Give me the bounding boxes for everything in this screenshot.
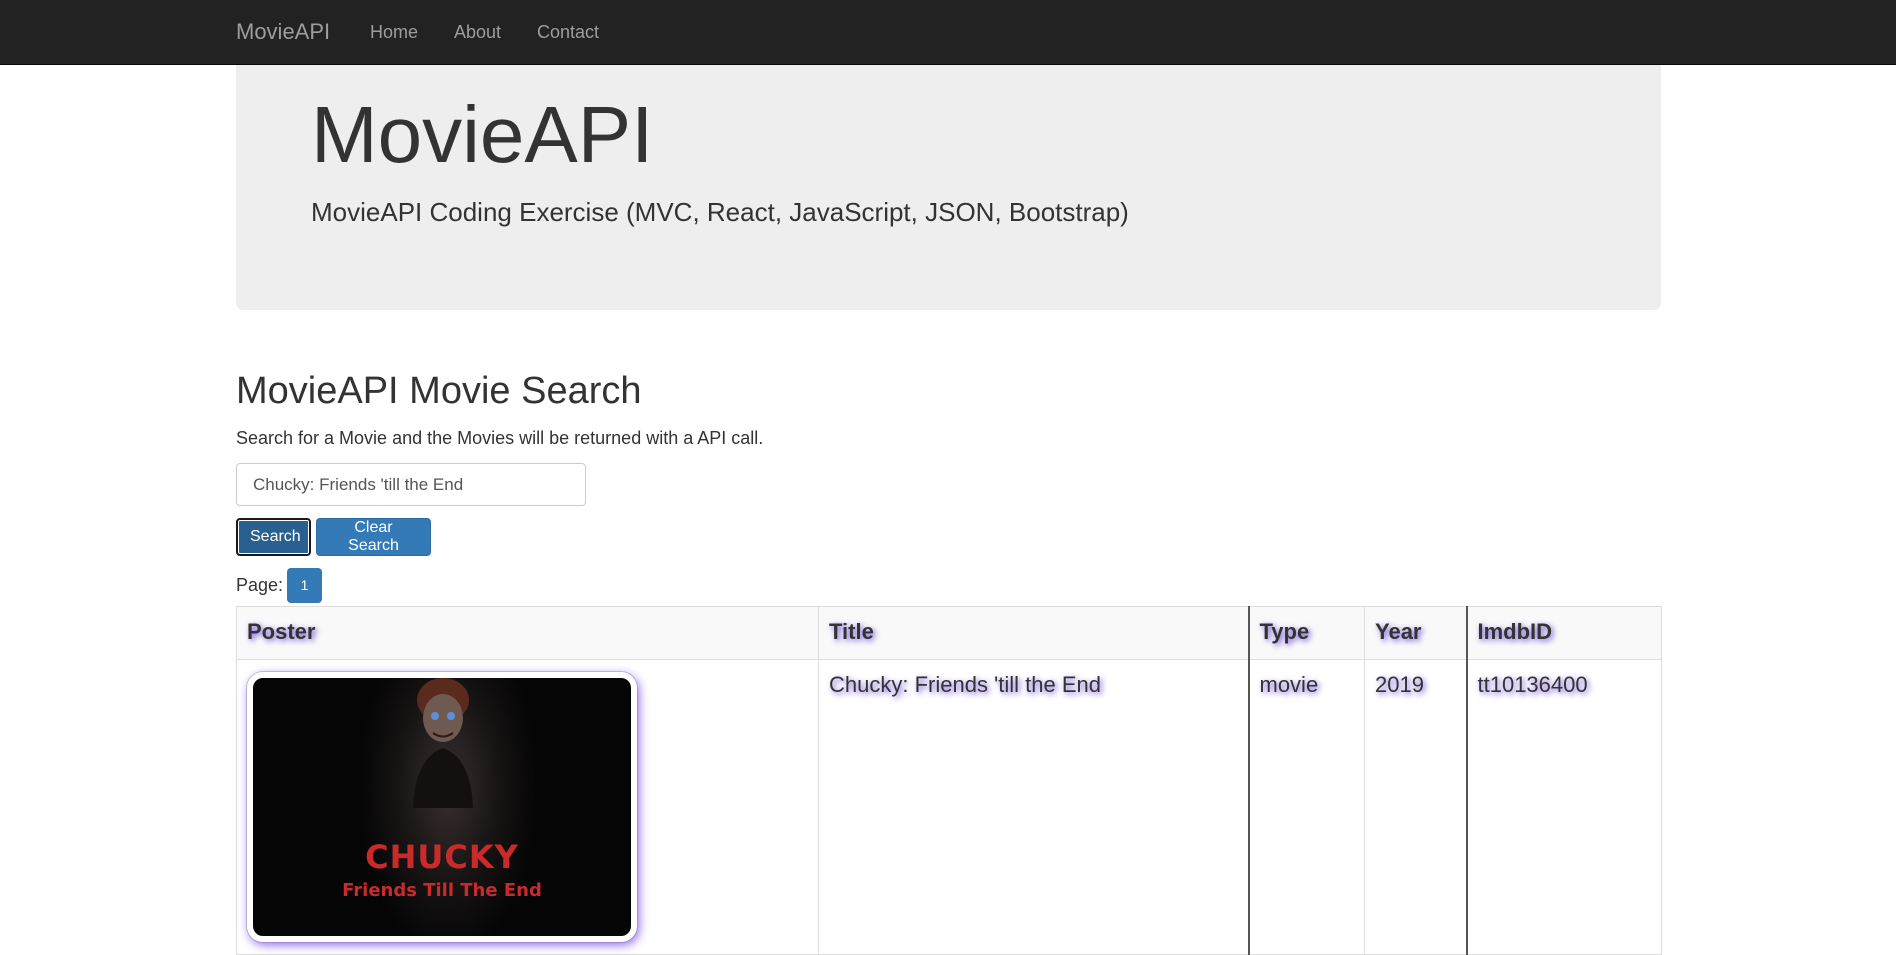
search-description: Search for a Movie and the Movies will b… xyxy=(236,428,764,448)
title-cell: Chucky: Friends 'till the End xyxy=(818,659,1249,955)
search-button[interactable]: Search xyxy=(236,518,311,556)
type-cell: movie xyxy=(1247,659,1365,955)
nav-link-about[interactable]: About xyxy=(454,22,501,43)
year-cell: 2019 xyxy=(1364,659,1467,955)
doll-figure-icon xyxy=(413,678,473,808)
search-input[interactable] xyxy=(236,463,586,506)
page-label: Page: xyxy=(236,575,284,595)
nav-link-home[interactable]: Home xyxy=(370,22,418,43)
search-heading: MovieAPI Movie Search xyxy=(236,370,642,412)
page-button-1[interactable]: 1 xyxy=(287,568,322,603)
poster-cell: CHUCKY Friends Till The End xyxy=(236,659,819,955)
table-row: CHUCKY Friends Till The End Chucky: Frie… xyxy=(236,659,1662,955)
navbar-brand[interactable]: MovieAPI xyxy=(236,19,330,45)
jumbotron-title: MovieAPI xyxy=(311,90,654,179)
poster-title-text: CHUCKY xyxy=(365,838,519,876)
clear-search-button[interactable]: Clear Search xyxy=(316,518,431,556)
column-header-title: Title xyxy=(818,606,1249,660)
column-header-year: Year xyxy=(1364,606,1467,660)
results-table: Poster Title Type Year ImdbID CHUCKY Fri… xyxy=(236,606,1662,955)
table-header-row: Poster Title Type Year ImdbID xyxy=(236,606,1662,660)
column-header-type: Type xyxy=(1247,606,1365,660)
jumbotron: MovieAPI MovieAPI Coding Exercise (MVC, … xyxy=(236,65,1661,310)
nav-link-contact[interactable]: Contact xyxy=(537,22,599,43)
movie-poster-image: CHUCKY Friends Till The End xyxy=(247,672,637,942)
top-navbar: MovieAPI Home About Contact xyxy=(0,0,1896,65)
column-header-imdbid: ImdbID xyxy=(1465,606,1662,660)
imdbid-cell: tt10136400 xyxy=(1465,659,1662,955)
jumbotron-lead: MovieAPI Coding Exercise (MVC, React, Ja… xyxy=(311,197,1129,227)
column-header-poster: Poster xyxy=(236,606,819,660)
poster-subtitle-text: Friends Till The End xyxy=(342,880,542,901)
